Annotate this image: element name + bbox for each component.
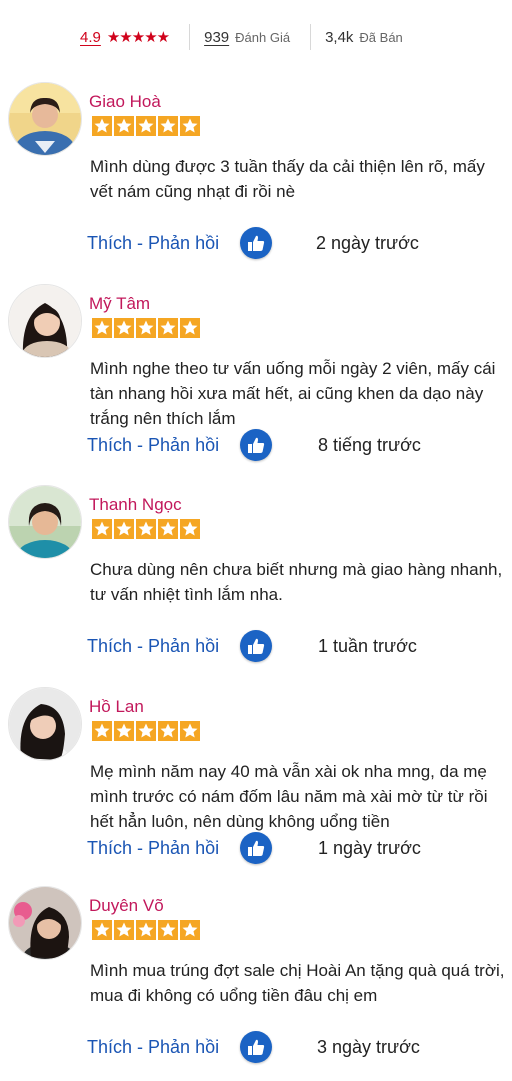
star-icon xyxy=(136,318,156,338)
thumbs-up-icon[interactable] xyxy=(240,832,272,864)
avatar[interactable] xyxy=(8,687,82,761)
summary-star-rating: ★★★★★ xyxy=(106,29,170,46)
star-icon xyxy=(136,721,156,741)
avatar[interactable] xyxy=(8,485,82,559)
star-icon xyxy=(136,519,156,539)
review-actions: Thích - Phản hồi xyxy=(87,833,219,863)
reviewer-name: Mỹ Tâm xyxy=(89,294,151,313)
review-time: 1 tuần trước xyxy=(318,636,417,656)
star-icon xyxy=(114,116,134,136)
star-icon xyxy=(92,721,112,741)
star-rating xyxy=(92,721,200,741)
reply-link[interactable]: Phản hồi xyxy=(148,233,219,253)
star-icon xyxy=(158,721,178,741)
star-rating xyxy=(92,519,200,539)
review-comment: Mình nghe theo tư vấn uống mỗi ngày 2 vi… xyxy=(90,359,496,428)
star-icon xyxy=(180,116,200,136)
sold-count: 3,4k xyxy=(325,28,354,46)
review-count[interactable]: 939 xyxy=(204,29,229,46)
avatar[interactable] xyxy=(8,886,82,960)
review-time: 3 ngày trước xyxy=(317,1037,420,1057)
average-rating[interactable]: 4.9 xyxy=(80,29,101,46)
reply-link[interactable]: Phản hồi xyxy=(148,435,219,455)
review-comment: Chưa dùng nên chưa biết nhưng mà giao hà… xyxy=(90,560,503,604)
review-actions: Thích - Phản hồi xyxy=(87,1032,219,1062)
like-link[interactable]: Thích xyxy=(87,636,132,656)
rating-summary: 4.9 ★★★★★ 939 Đánh Giá 3,4k Đã Bán xyxy=(80,22,403,52)
star-icon xyxy=(114,519,134,539)
thumbs-up-icon[interactable] xyxy=(240,429,272,461)
avatar[interactable] xyxy=(8,82,82,156)
review-time: 8 tiếng trước xyxy=(318,435,421,455)
thumbs-up-icon[interactable] xyxy=(240,1031,272,1063)
divider xyxy=(189,24,191,50)
reviewer-name: Hồ Lan xyxy=(89,697,144,716)
star-icon xyxy=(114,920,134,940)
reply-link[interactable]: Phản hồi xyxy=(148,1037,219,1057)
review-comment: Mình mua trúng đợt sale chị Hoài An tặng… xyxy=(90,961,505,1005)
like-link[interactable]: Thích xyxy=(87,1037,132,1057)
review-comment: Mẹ mình năm nay 40 mà vẫn xài ok nha mng… xyxy=(90,762,488,831)
star-rating xyxy=(92,116,200,136)
action-separator: - xyxy=(132,435,149,455)
review-comment: Mình dùng được 3 tuần thấy da cải thiện … xyxy=(90,157,485,201)
action-separator: - xyxy=(132,233,149,253)
star-icon xyxy=(114,721,134,741)
star-icon xyxy=(92,116,112,136)
star-icon xyxy=(158,519,178,539)
star-icon xyxy=(136,920,156,940)
review-count-label: Đánh Giá xyxy=(235,29,291,45)
avatar[interactable] xyxy=(8,284,82,358)
star-rating xyxy=(92,318,200,338)
star-icon xyxy=(92,318,112,338)
star-icon xyxy=(136,116,156,136)
star-icon xyxy=(180,721,200,741)
star-rating xyxy=(92,920,200,940)
action-separator: - xyxy=(132,1037,149,1057)
review-item: Hồ Lan Mẹ mình năm nay 40 mà vẫn xài ok … xyxy=(0,687,512,882)
like-link[interactable]: Thích xyxy=(87,233,132,253)
star-icon xyxy=(92,519,112,539)
star-icon xyxy=(92,920,112,940)
star-icon xyxy=(114,318,134,338)
reply-link[interactable]: Phản hồi xyxy=(148,636,219,656)
star-icon xyxy=(158,318,178,338)
reviewer-name: Thanh Ngọc xyxy=(89,495,182,514)
reviewer-name: Giao Hoà xyxy=(89,92,161,111)
review-actions: Thích - Phản hồi xyxy=(87,631,219,661)
star-icon xyxy=(158,920,178,940)
divider xyxy=(310,24,312,50)
star-icon xyxy=(158,116,178,136)
reviewer-name: Duyên Võ xyxy=(89,896,164,915)
like-link[interactable]: Thích xyxy=(87,838,132,858)
action-separator: - xyxy=(132,838,149,858)
thumbs-up-icon[interactable] xyxy=(240,227,272,259)
action-separator: - xyxy=(132,636,149,656)
star-icon xyxy=(180,318,200,338)
review-item: Giao Hoà Mình dùng được 3 tuần thấy da c… xyxy=(0,82,512,277)
review-time: 2 ngày trước xyxy=(316,233,419,253)
sold-count-label: Đã Bán xyxy=(359,29,403,45)
review-time: 1 ngày trước xyxy=(318,838,421,858)
like-link[interactable]: Thích xyxy=(87,435,132,455)
review-item: Mỹ Tâm Mình nghe theo tư vấn uống mỗi ng… xyxy=(0,284,512,479)
review-actions: Thích - Phản hồi xyxy=(87,430,219,460)
reply-link[interactable]: Phản hồi xyxy=(148,838,219,858)
star-icon xyxy=(180,519,200,539)
thumbs-up-icon[interactable] xyxy=(240,630,272,662)
review-item: Thanh Ngọc Chưa dùng nên chưa biết nhưng… xyxy=(0,485,512,680)
star-icon xyxy=(180,920,200,940)
review-item: Duyên Võ Mình mua trúng đợt sale chị Hoà… xyxy=(0,886,512,1081)
review-actions: Thích - Phản hồi xyxy=(87,228,219,258)
